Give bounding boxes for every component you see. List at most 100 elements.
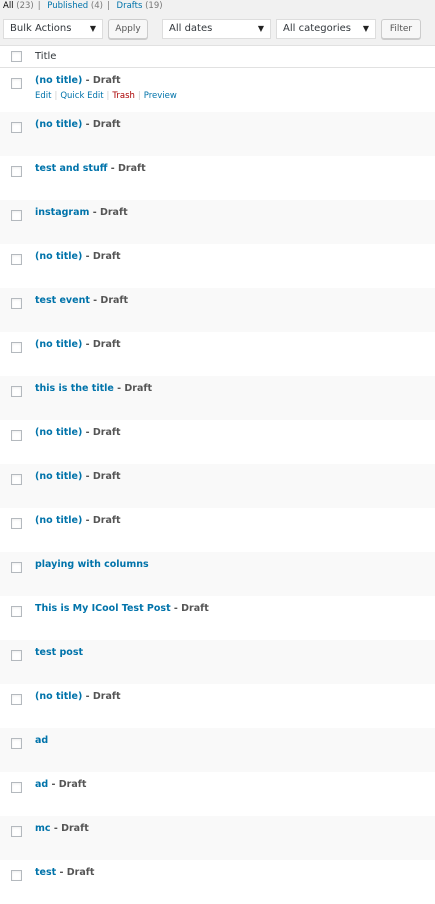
row-checkbox[interactable] xyxy=(11,694,22,705)
table-row: mc - Draft xyxy=(0,816,435,860)
post-title-link[interactable]: (no title) xyxy=(35,75,82,86)
row-checkbox[interactable] xyxy=(11,650,22,661)
bulk-actions-value: Bulk Actions xyxy=(10,23,72,34)
row-checkbox[interactable] xyxy=(11,166,22,177)
row-checkbox[interactable] xyxy=(11,254,22,265)
post-title-link[interactable]: (no title) xyxy=(35,339,82,350)
row-title-cell: test - Draft xyxy=(35,865,94,881)
filter-drafts-link[interactable]: Drafts (19) xyxy=(117,1,163,11)
row-checkbox[interactable] xyxy=(11,870,22,881)
row-title-cell: test and stuff - Draft xyxy=(35,161,146,177)
post-title-link[interactable]: This is My ICool Test Post xyxy=(35,603,171,614)
row-checkbox[interactable] xyxy=(11,474,22,485)
table-body: (no title) - Draft Edit | Quick Edit | Trash |… xyxy=(0,68,435,904)
row-checkbox[interactable] xyxy=(11,738,22,749)
row-title-cell: test post xyxy=(35,645,83,661)
post-state: - Draft xyxy=(56,867,95,878)
apply-button[interactable]: Apply xyxy=(108,19,148,39)
filter-drafts-label: Drafts xyxy=(116,1,143,11)
row-title-cell: (no title) - Draft xyxy=(35,337,121,353)
bulk-actions-select[interactable]: Bulk Actions ▼ xyxy=(3,19,103,39)
row-title-cell: instagram - Draft xyxy=(35,205,128,221)
table-row: test event - Draft xyxy=(0,288,435,332)
row-checkbox[interactable] xyxy=(11,386,22,397)
filter-button[interactable]: Filter xyxy=(381,19,421,39)
filter-published-label: Published xyxy=(47,1,89,11)
select-all-checkbox[interactable] xyxy=(11,51,22,62)
chevron-down-icon: ▼ xyxy=(257,24,264,33)
dates-value: All dates xyxy=(169,23,213,34)
row-checkbox[interactable] xyxy=(11,562,22,573)
row-checkbox[interactable] xyxy=(11,606,22,617)
table-row: (no title) - Draft xyxy=(0,112,435,156)
preview-link[interactable]: Preview xyxy=(144,91,177,101)
trash-link[interactable]: Trash xyxy=(112,91,134,101)
table-row: this is the title - Draft xyxy=(0,376,435,420)
row-checkbox[interactable] xyxy=(11,826,22,837)
row-checkbox[interactable] xyxy=(11,78,22,89)
filter-all-link[interactable]: All xyxy=(3,1,14,11)
table-row: ad - Draft xyxy=(0,772,435,816)
post-title-link[interactable]: test event xyxy=(35,295,90,306)
post-state: - Draft xyxy=(50,823,89,834)
status-filter-links: All (23) | Published (4) | Drafts (19) xyxy=(3,0,163,12)
post-title-link[interactable]: ad xyxy=(35,735,48,746)
row-checkbox[interactable] xyxy=(11,210,22,221)
post-title-link[interactable]: (no title) xyxy=(35,471,82,482)
column-header-title[interactable]: Title xyxy=(35,46,56,67)
post-state: - Draft xyxy=(89,207,128,218)
table-row: (no title) - Draft xyxy=(0,244,435,288)
table-row: (no title) - Draft Edit | Quick Edit | Trash |… xyxy=(0,68,435,112)
post-title-link[interactable]: instagram xyxy=(35,207,89,218)
row-checkbox[interactable] xyxy=(11,298,22,309)
table-row: (no title) - Draft xyxy=(0,332,435,376)
table-header: Title xyxy=(0,46,435,68)
row-title-cell: playing with columns xyxy=(35,557,149,573)
table-row: (no title) - Draft xyxy=(0,684,435,728)
row-title-cell: (no title) - Draft xyxy=(35,73,121,89)
row-title-cell: ad - Draft xyxy=(35,777,86,793)
post-state: - Draft xyxy=(82,427,121,438)
post-state: - Draft xyxy=(82,339,121,350)
post-title-link[interactable]: test xyxy=(35,867,56,878)
post-title-link[interactable]: (no title) xyxy=(35,119,82,130)
post-title-link[interactable]: test and stuff xyxy=(35,163,107,174)
table-row: instagram - Draft xyxy=(0,200,435,244)
row-action-separator: | xyxy=(106,91,110,101)
row-checkbox[interactable] xyxy=(11,518,22,529)
post-state: - Draft xyxy=(82,471,121,482)
filter-published-count: (4) xyxy=(90,1,103,11)
post-title-link[interactable]: (no title) xyxy=(35,515,82,526)
post-title-link[interactable]: ad xyxy=(35,779,48,790)
categories-select[interactable]: All categories ▼ xyxy=(276,19,376,39)
filter-published-link[interactable]: Published (4) xyxy=(47,1,103,11)
post-title-link[interactable]: this is the title xyxy=(35,383,114,394)
quick-edit-link[interactable]: Quick Edit xyxy=(60,91,103,101)
row-title-cell: (no title) - Draft xyxy=(35,469,121,485)
filter-all-count: (23) xyxy=(16,1,34,11)
table-row: playing with columns xyxy=(0,552,435,596)
dates-select[interactable]: All dates ▼ xyxy=(162,19,271,39)
post-title-link[interactable]: mc xyxy=(35,823,51,834)
post-state: - Draft xyxy=(82,515,121,526)
row-checkbox[interactable] xyxy=(11,122,22,133)
post-title-link[interactable]: (no title) xyxy=(35,691,82,702)
post-title-link[interactable]: test post xyxy=(35,647,83,658)
table-row: test post xyxy=(0,640,435,684)
filter-all-label: All xyxy=(3,1,14,11)
row-checkbox[interactable] xyxy=(11,430,22,441)
post-state: - Draft xyxy=(48,779,87,790)
row-title-cell: ad xyxy=(35,733,48,749)
post-title-link[interactable]: (no title) xyxy=(35,427,82,438)
row-title-cell: (no title) - Draft xyxy=(35,689,121,705)
row-title-cell: this is the title - Draft xyxy=(35,381,152,397)
row-checkbox[interactable] xyxy=(11,342,22,353)
post-state: - Draft xyxy=(82,75,121,86)
post-state: - Draft xyxy=(170,603,209,614)
edit-link[interactable]: Edit xyxy=(35,91,51,101)
post-title-link[interactable]: (no title) xyxy=(35,251,82,262)
row-checkbox[interactable] xyxy=(11,782,22,793)
post-title-link[interactable]: playing with columns xyxy=(35,559,149,570)
row-title-cell: This is My ICool Test Post - Draft xyxy=(35,601,209,617)
filter-separator: | xyxy=(37,1,41,11)
